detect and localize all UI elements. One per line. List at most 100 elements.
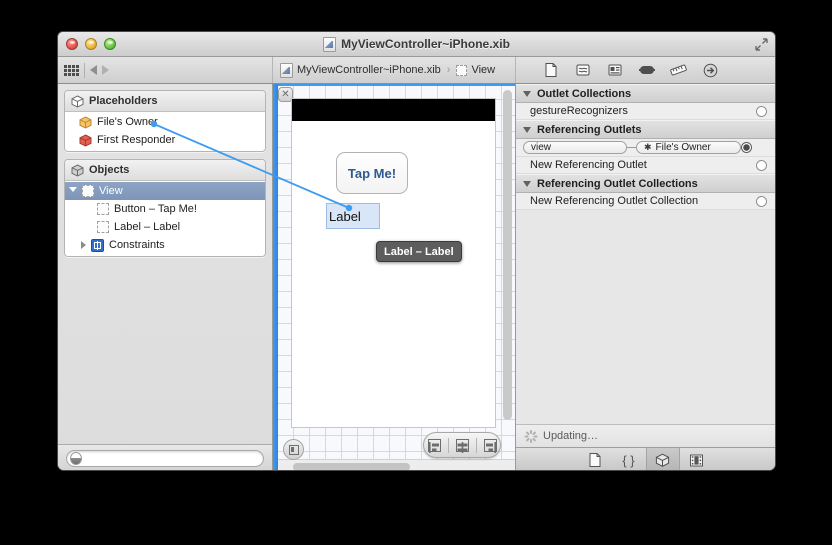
connection-link-icon xyxy=(627,147,636,148)
breadcrumb-item-file[interactable]: MyViewController~iPhone.xib xyxy=(297,64,441,76)
attributes-inspector-icon[interactable] xyxy=(638,62,655,78)
tree-item-view[interactable]: View xyxy=(65,182,265,200)
connections-inspector: Outlet Collections gestureRecognizers Re… xyxy=(515,84,775,470)
tree-item-label[interactable]: Label – Label xyxy=(65,218,265,236)
xib-file-icon xyxy=(280,62,293,78)
chevron-right-icon[interactable] xyxy=(81,241,86,249)
navigator-filter-bar xyxy=(58,444,272,470)
spinner-icon xyxy=(524,429,537,443)
file-inspector-icon[interactable] xyxy=(542,62,559,78)
screen: MyViewController~iPhone.xib MyViewContro… xyxy=(0,0,832,545)
connections-inspector-icon[interactable] xyxy=(702,62,719,78)
placeholders-header[interactable]: Placeholders xyxy=(65,91,265,112)
status-bar xyxy=(292,99,495,121)
grid-icon[interactable] xyxy=(64,64,79,76)
canvas-top-edge xyxy=(278,84,515,86)
tree-item-label: View xyxy=(99,185,123,197)
forward-button[interactable] xyxy=(102,65,109,75)
outline-navigator: Placeholders File's Owner First Responde… xyxy=(58,84,273,470)
section-title: Outlet Collections xyxy=(537,87,632,100)
filter-input[interactable] xyxy=(82,451,263,466)
constraints-icon xyxy=(91,238,104,252)
list-item-files-owner[interactable]: File's Owner xyxy=(65,113,265,131)
media-library-icon[interactable] xyxy=(680,448,714,470)
canvas-horizontal-scrollbar[interactable] xyxy=(293,463,410,470)
tree-item-label: Constraints xyxy=(109,239,165,251)
canvas-selection-rail xyxy=(273,84,278,470)
align-center-icon[interactable] xyxy=(455,438,469,453)
section-header-outlet-collections[interactable]: Outlet Collections xyxy=(516,84,775,103)
tree-item-label-text: Label – Label xyxy=(114,221,181,233)
breadcrumb-item-view[interactable]: View xyxy=(471,64,495,76)
object-tooltip: Label – Label xyxy=(376,241,462,262)
size-inspector-icon[interactable] xyxy=(670,62,687,78)
section-header-referencing-outlet-collections[interactable]: Referencing Outlet Collections xyxy=(516,174,775,193)
objects-header[interactable]: Objects xyxy=(65,160,265,181)
outlet-target-pill[interactable]: ✱ File's Owner xyxy=(636,141,741,154)
filter-icon[interactable] xyxy=(70,452,83,465)
back-button[interactable] xyxy=(90,65,97,75)
button-title: Tap Me! xyxy=(347,165,397,181)
interface-builder-canvas[interactable]: ✕ Tap Me! Label xyxy=(273,84,515,470)
window-titlebar[interactable]: MyViewController~iPhone.xib xyxy=(58,32,775,57)
list-item-label: File's Owner xyxy=(97,116,158,128)
objects-group: Objects View Button – Tap Me! Label – La… xyxy=(64,159,266,257)
label-object[interactable]: Label xyxy=(326,203,380,229)
tap-me-button[interactable]: Tap Me! xyxy=(336,152,408,194)
tooltip-text: Label – Label xyxy=(384,245,454,258)
identity-inspector-icon[interactable] xyxy=(606,62,623,78)
connection-well[interactable] xyxy=(756,159,767,171)
chevron-down-icon[interactable] xyxy=(523,90,531,97)
divider xyxy=(447,437,449,453)
chevron-down-icon[interactable] xyxy=(523,180,531,187)
breadcrumb-separator: › xyxy=(446,64,451,76)
cube-outline-icon xyxy=(71,94,84,108)
breadcrumb: MyViewController~iPhone.xib › View xyxy=(273,57,515,83)
divider xyxy=(84,62,85,78)
chevron-down-icon[interactable] xyxy=(523,126,531,133)
outlet-target: File's Owner xyxy=(655,142,711,153)
placeholders-title: Placeholders xyxy=(89,95,158,107)
quick-help-inspector-icon[interactable] xyxy=(574,62,591,78)
dock-toggle-icon[interactable] xyxy=(283,439,304,460)
row-new-referencing-outlet[interactable]: New Referencing Outlet xyxy=(516,157,775,174)
list-item-first-responder[interactable]: First Responder xyxy=(65,131,265,149)
view-canvas[interactable]: Tap Me! Label xyxy=(291,98,496,428)
view-placeholder-icon xyxy=(456,64,468,76)
inspector-selector xyxy=(515,57,775,83)
connection-well-filled[interactable] xyxy=(741,142,752,153)
editor-toolbar: MyViewController~iPhone.xib › View xyxy=(58,57,775,84)
navigator-scroll[interactable]: Placeholders File's Owner First Responde… xyxy=(58,84,272,444)
connection-well[interactable] xyxy=(756,105,767,117)
cube-solid-icon xyxy=(71,163,84,177)
object-library-icon[interactable] xyxy=(645,448,680,470)
window-body: Placeholders File's Owner First Responde… xyxy=(58,84,775,470)
row-new-referencing-outlet-collection[interactable]: New Referencing Outlet Collection xyxy=(516,193,775,210)
row-label: New Referencing Outlet xyxy=(530,159,647,171)
section-title: Referencing Outlets xyxy=(537,123,642,136)
row-label: New Referencing Outlet Collection xyxy=(530,195,699,207)
section-header-referencing-outlets[interactable]: Referencing Outlets xyxy=(516,120,775,139)
button-dashed-icon xyxy=(97,203,109,215)
label-dashed-icon xyxy=(97,221,109,233)
align-right-icon[interactable] xyxy=(483,438,497,453)
placeholders-body: File's Owner First Responder xyxy=(65,112,265,151)
code-snippet-library-icon[interactable]: { } xyxy=(612,448,646,470)
align-left-icon[interactable] xyxy=(427,438,441,453)
first-responder-icon xyxy=(79,133,92,147)
connection-well[interactable] xyxy=(756,195,767,207)
tree-item-label: Button – Tap Me! xyxy=(114,203,197,215)
toolbar-left-group xyxy=(58,57,273,83)
tree-item-button[interactable]: Button – Tap Me! xyxy=(65,200,265,218)
row-view-connection[interactable]: view ✱ File's Owner xyxy=(516,139,775,157)
file-template-library-icon[interactable] xyxy=(578,448,612,470)
outlet-name-pill[interactable]: view xyxy=(523,141,627,154)
canvas-vertical-scrollbar[interactable] xyxy=(503,90,512,420)
row-gesture-recognizers[interactable]: gestureRecognizers xyxy=(516,103,775,120)
label-text: Label xyxy=(329,208,361,224)
chevron-down-icon[interactable] xyxy=(69,186,77,196)
window-title: MyViewController~iPhone.xib xyxy=(58,32,775,56)
tree-item-constraints[interactable]: Constraints xyxy=(65,236,265,254)
fullscreen-icon[interactable] xyxy=(755,38,768,51)
filter-field[interactable] xyxy=(66,450,264,467)
